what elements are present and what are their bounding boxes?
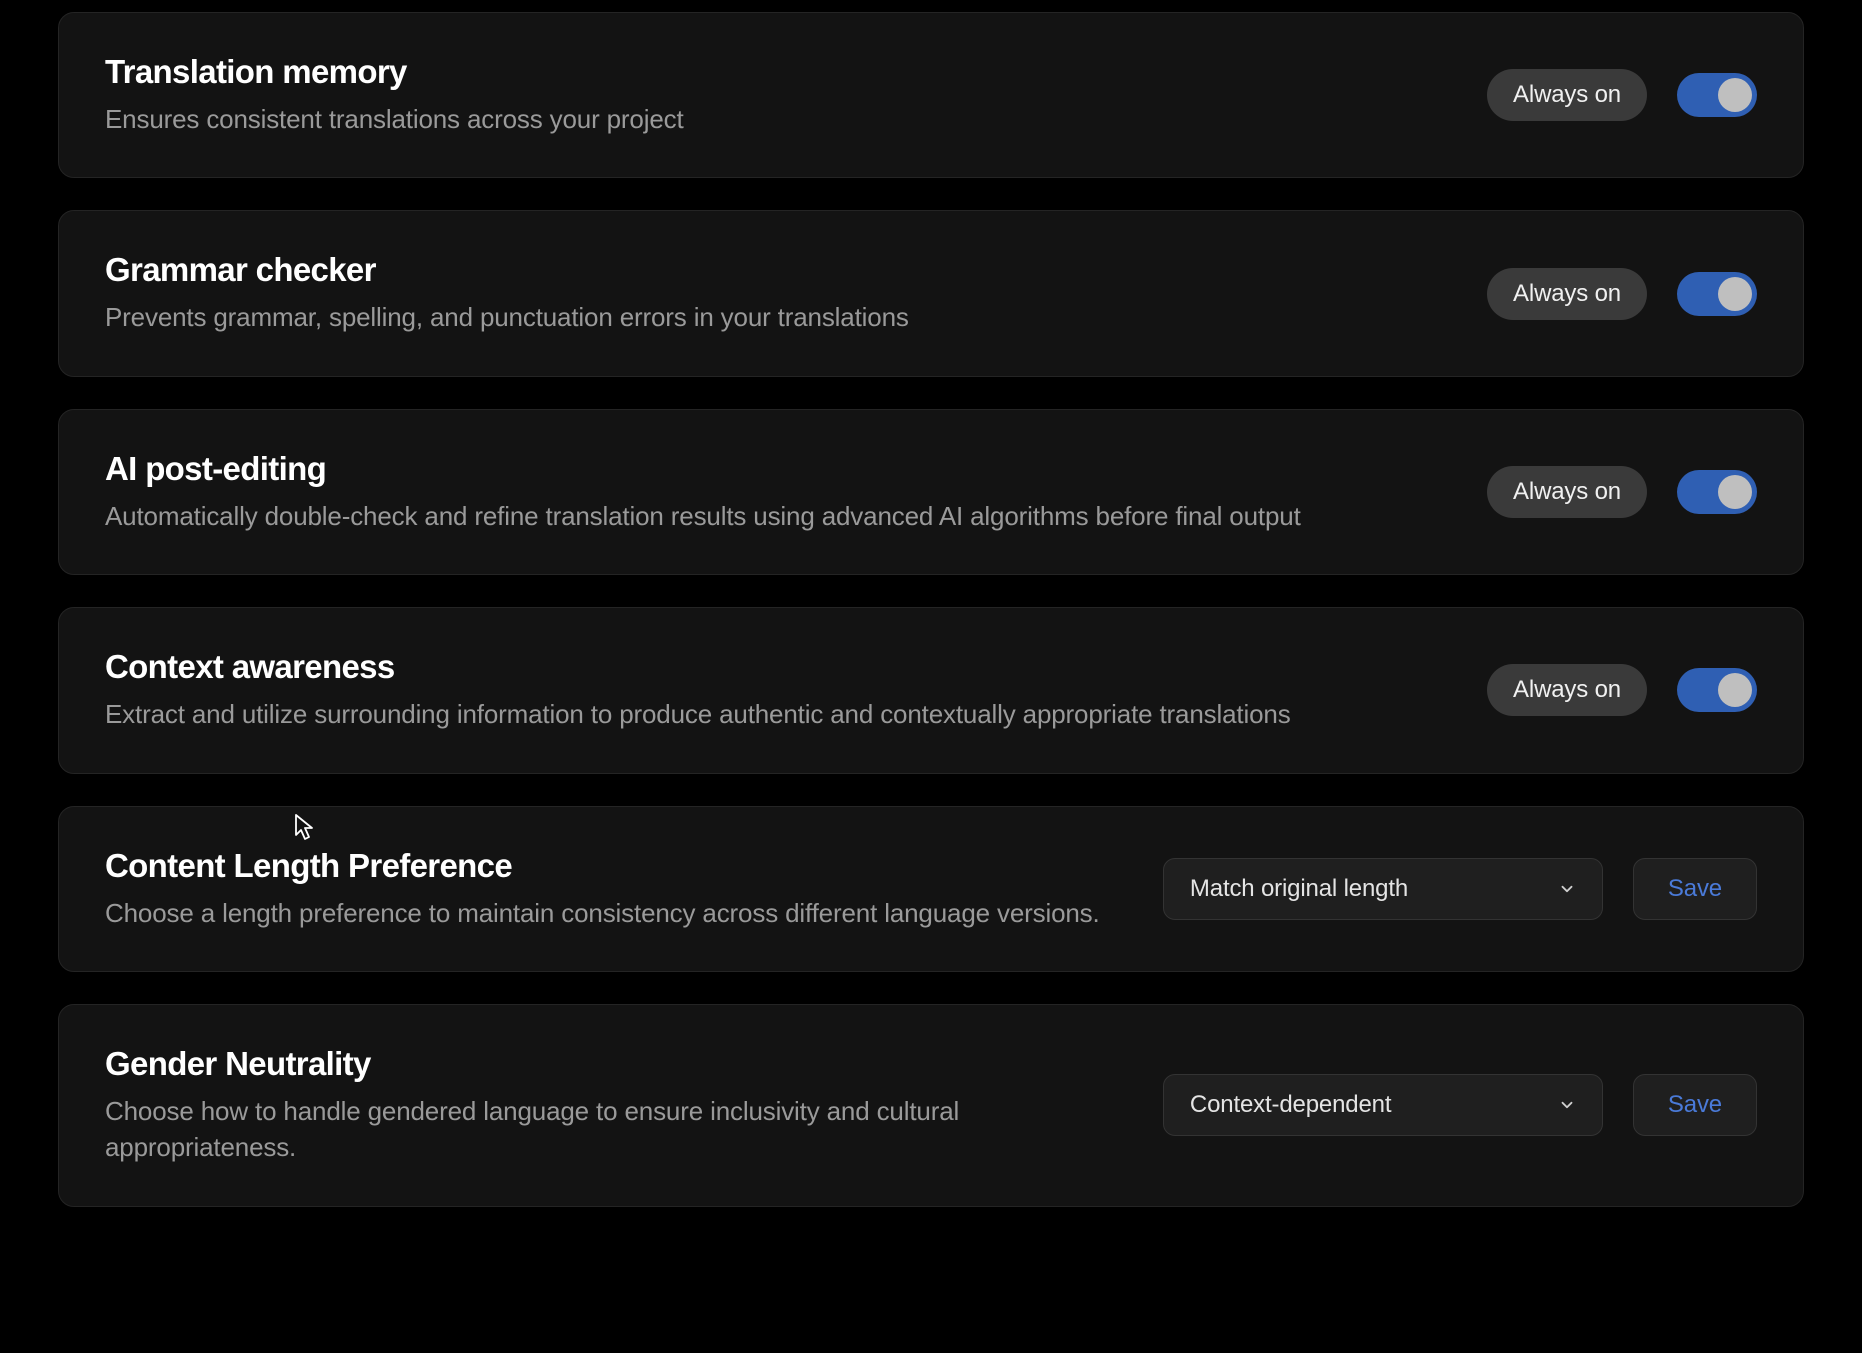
setting-control: Always on	[1487, 69, 1757, 121]
setting-description: Extract and utilize surrounding informat…	[105, 696, 1447, 732]
setting-info: AI post-editing Automatically double-che…	[105, 450, 1447, 534]
setting-control: Always on	[1487, 466, 1757, 518]
setting-description: Automatically double-check and refine tr…	[105, 498, 1447, 534]
setting-description: Prevents grammar, spelling, and punctuat…	[105, 299, 1447, 335]
setting-title: Gender Neutrality	[105, 1045, 1123, 1083]
toggle-switch[interactable]	[1677, 73, 1757, 117]
always-on-badge: Always on	[1487, 268, 1647, 320]
setting-title: Grammar checker	[105, 251, 1447, 289]
toggle-knob	[1718, 78, 1752, 112]
setting-control: Context-dependent Save	[1163, 1074, 1757, 1136]
setting-info: Grammar checker Prevents grammar, spelli…	[105, 251, 1447, 335]
setting-title: Translation memory	[105, 53, 1447, 91]
chevron-down-icon	[1558, 880, 1576, 898]
setting-control: Match original length Save	[1163, 858, 1757, 920]
setting-description: Ensures consistent translations across y…	[105, 101, 1447, 137]
toggle-knob	[1718, 673, 1752, 707]
select-value: Match original length	[1190, 875, 1408, 903]
setting-control: Always on	[1487, 268, 1757, 320]
toggle-switch[interactable]	[1677, 272, 1757, 316]
setting-description: Choose a length preference to maintain c…	[105, 895, 1123, 931]
select-value: Context-dependent	[1190, 1091, 1391, 1119]
chevron-down-icon	[1558, 1096, 1576, 1114]
always-on-badge: Always on	[1487, 664, 1647, 716]
setting-info: Translation memory Ensures consistent tr…	[105, 53, 1447, 137]
save-button[interactable]: Save	[1633, 858, 1757, 920]
setting-info: Gender Neutrality Choose how to handle g…	[105, 1045, 1123, 1166]
setting-card-translation-memory: Translation memory Ensures consistent tr…	[58, 12, 1804, 178]
always-on-badge: Always on	[1487, 466, 1647, 518]
setting-description: Choose how to handle gendered language t…	[105, 1093, 1123, 1166]
toggle-knob	[1718, 475, 1752, 509]
setting-info: Context awareness Extract and utilize su…	[105, 648, 1447, 732]
content-length-select[interactable]: Match original length	[1163, 858, 1603, 920]
setting-title: Context awareness	[105, 648, 1447, 686]
save-button[interactable]: Save	[1633, 1074, 1757, 1136]
setting-card-content-length-preference: Content Length Preference Choose a lengt…	[58, 806, 1804, 972]
setting-title: AI post-editing	[105, 450, 1447, 488]
setting-card-ai-post-editing: AI post-editing Automatically double-che…	[58, 409, 1804, 575]
setting-info: Content Length Preference Choose a lengt…	[105, 847, 1123, 931]
setting-card-context-awareness: Context awareness Extract and utilize su…	[58, 607, 1804, 773]
setting-card-gender-neutrality: Gender Neutrality Choose how to handle g…	[58, 1004, 1804, 1207]
toggle-switch[interactable]	[1677, 470, 1757, 514]
setting-card-grammar-checker: Grammar checker Prevents grammar, spelli…	[58, 210, 1804, 376]
setting-control: Always on	[1487, 664, 1757, 716]
toggle-switch[interactable]	[1677, 668, 1757, 712]
always-on-badge: Always on	[1487, 69, 1647, 121]
toggle-knob	[1718, 277, 1752, 311]
gender-neutrality-select[interactable]: Context-dependent	[1163, 1074, 1603, 1136]
setting-title: Content Length Preference	[105, 847, 1123, 885]
